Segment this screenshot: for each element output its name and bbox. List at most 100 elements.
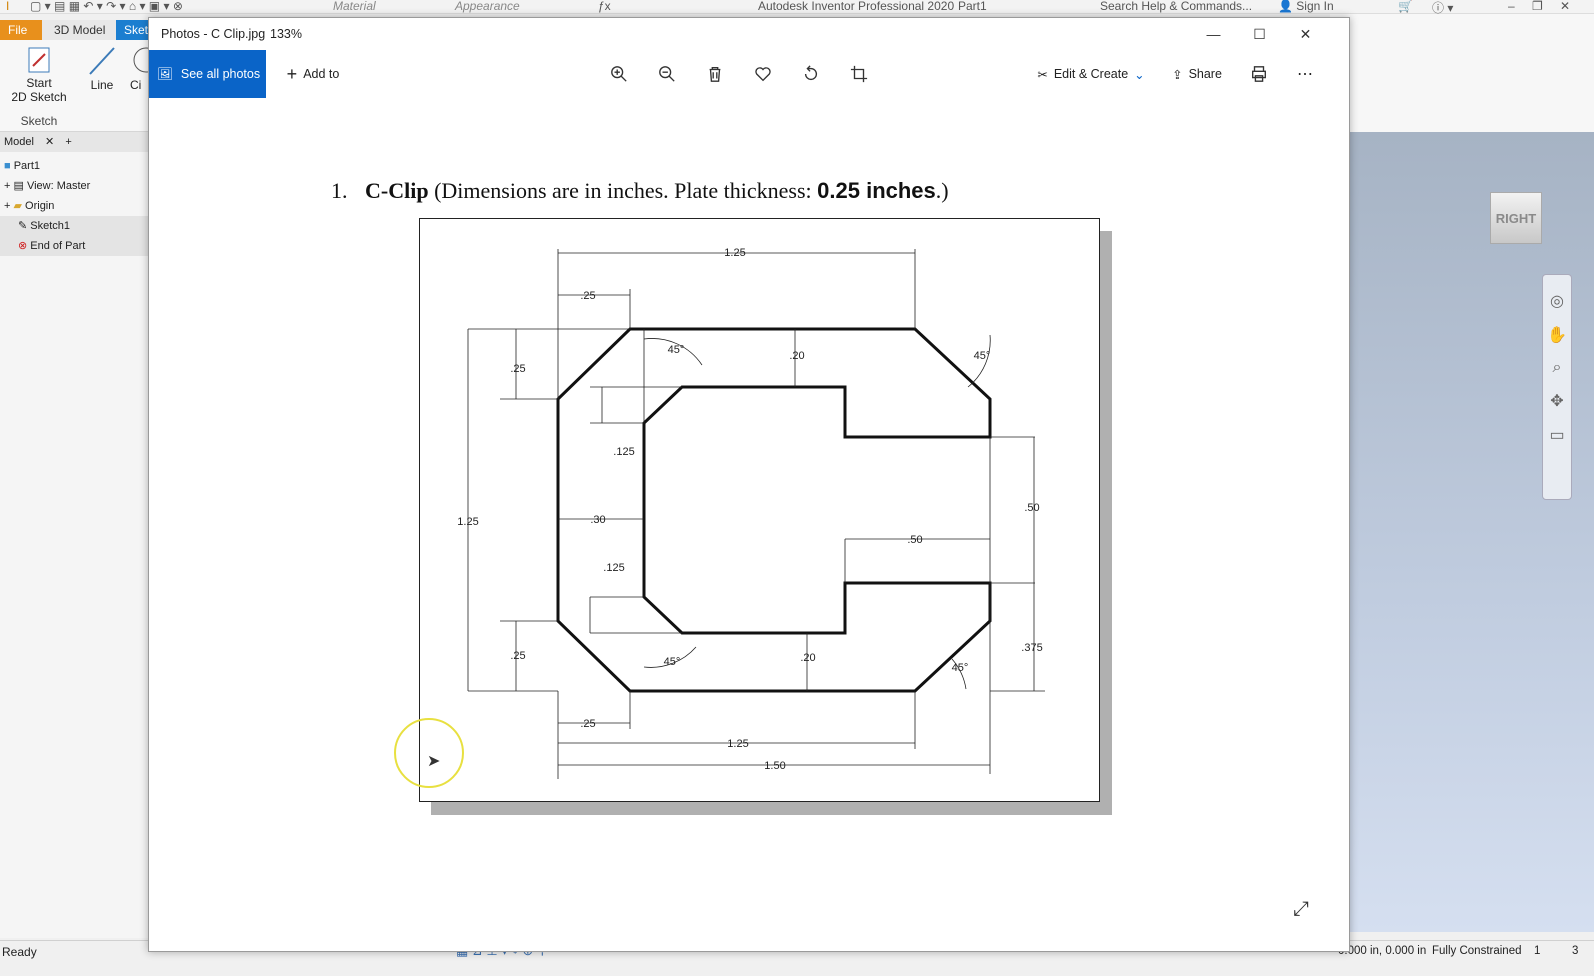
search-help-input[interactable]: Search Help & Commands... [1100,0,1252,13]
browser-item-end-of-part[interactable]: ⊗ End of Part [0,236,148,256]
inventor-logo-icon[interactable]: I [6,0,9,13]
status-count-2: 3 [1572,945,1579,957]
inventor-titlebar: I ▢ ▾ ▤ ▦ ↶ ▾ ↷ ▾ ⌂ ▾ ▣ ▾ ⊗ Material App… [0,0,1594,15]
material-dropdown[interactable]: Material [333,0,376,13]
print-icon [1252,66,1266,82]
pan-icon[interactable]: ✋ [1543,325,1571,345]
zoom-in-icon [611,66,627,82]
print-button[interactable] [1243,58,1275,90]
photos-titlebar: Photos - C Clip.jpg 133% — ☐ ✕ [149,18,1349,50]
c-clip-outline [556,327,992,693]
heart-icon [755,67,771,82]
expand-icon[interactable]: + [4,180,10,192]
crop-icon [850,65,868,83]
label-angle-tl: 45° [668,344,685,356]
label-top-chamfer: .25 [580,290,595,302]
photos-icon: 🖼 [157,66,173,81]
expand-icon[interactable]: + [4,200,10,212]
mouse-pointer-icon: ➤ [427,753,441,770]
sketch-icon: ✎ [18,220,28,232]
add-icon[interactable]: + [65,136,71,148]
minimize-button[interactable]: — [1191,18,1236,50]
label-top-width: 1.25 [724,247,745,259]
browser-tab-bar: Model ✕ + [0,132,148,152]
viewcube[interactable]: RIGHT [1490,192,1542,244]
user-icon: 👤 [1278,0,1293,13]
close-button[interactable]: ✕ [1283,18,1328,50]
zoom-level: 133% [270,27,302,41]
fx-icon[interactable]: ƒx [598,0,611,13]
navigation-bar[interactable]: ◎ ✋ ⌕ ✥ ▭ [1542,274,1572,500]
browser-item-view[interactable]: + ▤ View: Master [0,176,148,196]
zoom-out-button[interactable] [651,58,683,90]
zoom-out-icon [659,66,675,82]
more-button[interactable]: ⋯ [1289,58,1321,90]
label-bot-left-v: .25 [510,650,525,662]
photos-title: Photos - C Clip.jpg [161,27,266,41]
more-icon: ⋯ [1297,66,1313,83]
line-button[interactable]: Line [82,44,122,104]
circle-icon [130,44,148,78]
edit-create-button[interactable]: ✂ Edit & Create ⌄ [1031,58,1151,90]
circle-button[interactable]: Ci [130,44,148,104]
zoom-in-button[interactable] [603,58,635,90]
sign-in-link[interactable]: 👤 Sign In [1278,0,1334,13]
minimize-icon[interactable]: – [1508,0,1515,13]
browser-item-origin[interactable]: + ▰ Origin [0,196,148,216]
ribbon-tabs: File 3D Model Sket [0,20,157,40]
model-browser: Model ✕ + ■ Part1 + ▤ View: Master + ▰ O… [0,132,148,938]
photos-window: Photos - C Clip.jpg 133% — ☐ ✕ 🖼 See all… [148,17,1350,952]
error-icon: ⊗ [18,240,28,252]
look-at-icon[interactable]: ▭ [1543,425,1571,445]
label-right-375: .375 [1021,642,1042,654]
orbit-icon[interactable]: ✥ [1543,391,1571,411]
tab-3d-model[interactable]: 3D Model [46,20,113,40]
browser-item-part1[interactable]: ■ Part1 [0,156,148,176]
line-icon [82,44,122,78]
tab-file[interactable]: File [0,20,42,40]
technical-drawing: 1.25 .25 1.25 .25 .25 .125 .125 .30 .20 … [419,218,1100,802]
restore-icon[interactable]: ❐ [1532,0,1543,13]
status-text: Ready [2,945,37,959]
view-icon: ▤ [13,180,24,192]
add-to-button[interactable]: + Add to [277,58,349,90]
sketch-group-label: Sketch [20,114,58,128]
label-angle-bl: 45° [664,656,681,668]
share-button[interactable]: ⇪ Share [1165,58,1229,90]
label-left-height: 1.25 [457,516,478,528]
label-bot-chamfer: .25 [580,718,595,730]
plus-icon: + [286,63,298,84]
close-icon[interactable]: ✕ [45,136,54,148]
app-title: Autodesk Inventor Professional 2020 [758,0,955,13]
chevron-down-icon: ⌄ [1134,67,1145,82]
zoom-icon[interactable]: ⌕ [1543,359,1571,377]
expand-icon: ⤢ [1293,898,1309,920]
cart-icon[interactable]: 🛒 [1398,0,1413,13]
coordinate-readout: 0.000 in, 0.000 in [1338,945,1427,957]
quick-access-toolbar[interactable]: ▢ ▾ ▤ ▦ ↶ ▾ ↷ ▾ ⌂ ▾ ▣ ▾ ⊗ [30,0,183,13]
label-angle-tr: 45° [974,350,991,362]
maximize-icon: ☐ [1253,25,1266,42]
browser-item-sketch1[interactable]: ✎ Sketch1 [0,216,148,236]
label-angle-br: 45° [952,662,969,674]
ribbon-right-area [1330,14,1594,132]
delete-button[interactable] [699,58,731,90]
appearance-dropdown[interactable]: Appearance [455,0,520,13]
start-2d-sketch-button[interactable]: Start 2D Sketch [8,44,70,114]
maximize-button[interactable]: ☐ [1237,18,1282,50]
label-top-20: .20 [789,350,804,362]
label-wall-30: .30 [590,514,605,526]
label-inner-125-top: .125 [613,446,634,458]
rotate-button[interactable] [795,58,827,90]
favorite-button[interactable] [747,58,779,90]
graphics-viewport[interactable]: RIGHT ◎ ✋ ⌕ ✥ ▭ [1330,132,1594,932]
close-icon[interactable]: ✕ [1560,0,1570,13]
status-count-1: 1 [1534,945,1541,957]
fullscreen-button[interactable]: ⤢ [1293,898,1309,921]
edit-icon: ✂ [1037,67,1048,82]
steering-wheel-icon[interactable]: ◎ [1543,291,1571,311]
crop-button[interactable] [843,58,875,90]
see-all-photos-button[interactable]: 🖼 See all photos [149,50,266,98]
tab-model[interactable]: Model [4,136,34,148]
label-bot-150: 1.50 [764,760,785,772]
